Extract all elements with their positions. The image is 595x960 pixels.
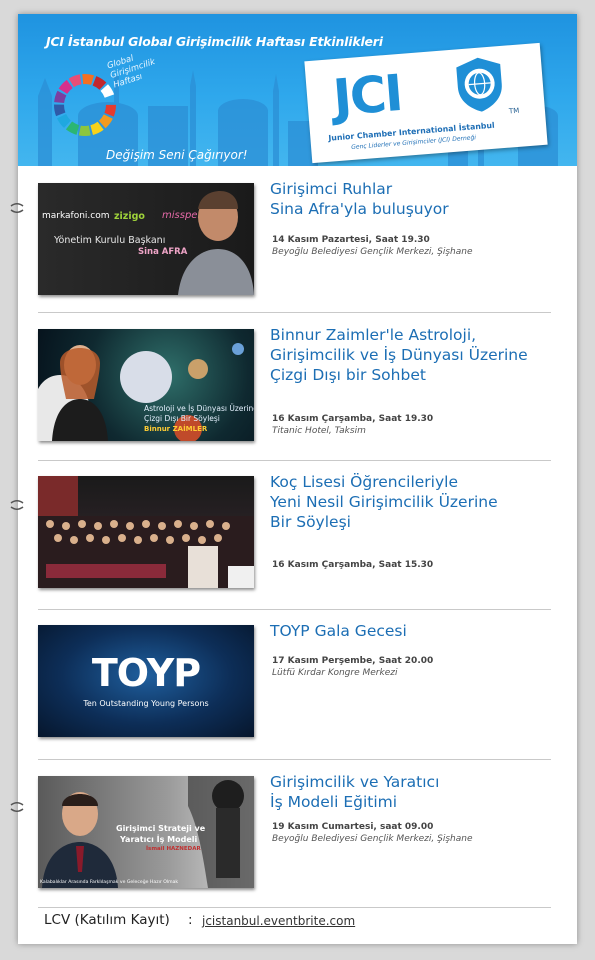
event-title-line: Girişimcilik ve Yaratıcı [270,773,440,791]
event-title[interactable]: Girişimci Ruhlar Sina Afra'yla buluşuyor [270,179,560,219]
event-date: 19 Kasım Cumartesi, saat 09.00 [272,822,434,832]
event-thumbnail[interactable] [38,476,254,588]
jci-shield-emblem-icon [456,57,502,112]
divider [38,907,551,908]
thumb-line: Astroloji ve İş Dünyası Üzerine [144,404,254,413]
header-title: JCI İstanbul Global Girişimcilik Haftası… [46,34,383,49]
thumb-bottom-caption: Kalabalıklar Arasında Farklılaşmak ve Ge… [40,880,179,885]
global-week-logo-ring [54,74,116,136]
event-thumbnail[interactable]: markafoni.com zizigo misspera Yönetim Ku… [38,183,254,295]
toyp-logo: TOYP [91,651,201,695]
thumb-line: Yaratıcı İş Modeli [120,835,198,844]
thumb-caption: Yönetim Kurulu Başkanı [54,235,166,246]
event-thumbnail[interactable]: Astroloji ve İş Dünyası Üzerine Çizgi Dı… [38,329,254,441]
rsvp-link[interactable]: jcistanbul.eventbrite.com [202,914,355,928]
event-title[interactable]: Binnur Zaimler'le Astroloji, Girişimcili… [270,325,560,385]
jci-logo-card: JCI TM Junior Chamber International İsta… [304,42,548,164]
divider [38,759,551,760]
event-venue: Beyoğlu Belediyesi Gençlik Merkezi, Şişh… [272,834,473,844]
binder-ring-icon [10,802,24,812]
event-date: 14 Kasım Pazartesi, Saat 19.30 [272,235,430,245]
audience-photo-icon [38,476,254,588]
binder-ring-icon [10,203,24,213]
event-title-line: Sina Afra'yla buluşuyor [270,200,449,218]
thumb-name: İsmail HAZNEDAR [146,846,201,852]
event-thumbnail[interactable]: Girişimci Strateji ve Yaratıcı İş Modeli… [38,776,254,888]
divider [38,460,551,461]
rsvp-label: LCV (Katılım Kayıt) [44,912,170,928]
event-title-line: İş Modeli Eğitimi [270,793,398,811]
event-title[interactable]: Girişimcilik ve Yaratıcı İş Modeli Eğiti… [270,772,560,812]
event-date: 16 Kasım Çarşamba, Saat 19.30 [272,414,434,424]
rsvp-colon: : [188,912,193,928]
event-date: 16 Kasım Çarşamba, Saat 15.30 [272,560,434,570]
slogan: Değişim Seni Çağırıyor! [106,148,248,162]
thumb-brand: zizigo [114,211,145,222]
event-thumbnail[interactable]: TOYP Ten Outstanding Young Persons [38,625,254,737]
event-title-line: TOYP Gala Gecesi [270,622,407,640]
jci-logo-word: JCI [331,64,404,128]
person-photo-icon [178,191,254,295]
event-venue: Lütfü Kırdar Kongre Merkezi [272,668,398,678]
event-title-line: Bir Söyleşi [270,513,351,531]
event-title-line: Girişimci Ruhlar [270,180,393,198]
event-venue: Beyoğlu Belediyesi Gençlik Merkezi, Şişh… [272,247,473,257]
header-banner: JCI İstanbul Global Girişimcilik Haftası… [18,14,577,166]
thumb-brand: markafoni.com [42,211,110,221]
event-venue: Titanic Hotel, Taksim [272,426,366,436]
event-title-line: Koç Lisesi Öğrencileriyle [270,473,458,491]
event-date: 17 Kasım Perşembe, Saat 20.00 [272,656,434,666]
thumb-name: Binnur ZAİMLER [144,425,208,433]
divider [38,609,551,610]
binder-ring-icon [10,500,24,510]
event-title-line: Yeni Nesil Girişimcilik Üzerine [270,493,498,511]
event-title-line: Çizgi Dışı bir Sohbet [270,366,426,384]
thumb-line: Çizgi Dışı Bir Söyleşi [144,414,220,423]
event-title-line: Binnur Zaimler'le Astroloji, [270,326,477,344]
event-title[interactable]: Koç Lisesi Öğrencileriyle Yeni Nesil Gir… [270,472,560,532]
divider [38,312,551,313]
newsletter-card: JCI İstanbul Global Girişimcilik Haftası… [18,14,577,944]
thumb-line: Girişimci Strateji ve [116,824,206,833]
jci-tm: TM [508,106,520,116]
event-title-line: Girişimcilik ve İş Dünyası Üzerine [270,346,528,364]
event-title[interactable]: TOYP Gala Gecesi [270,621,560,641]
toyp-tagline: Ten Outstanding Young Persons [83,699,209,708]
